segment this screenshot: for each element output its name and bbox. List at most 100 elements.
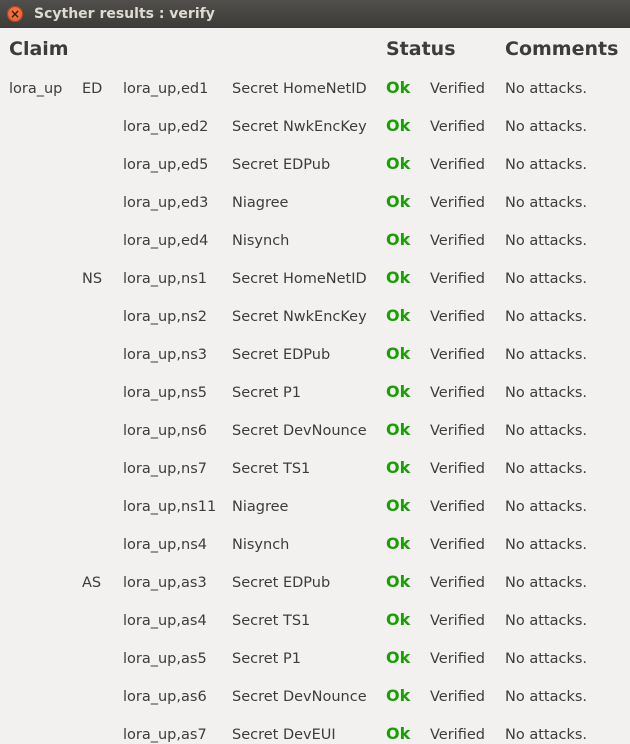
role-cell: NS — [82, 271, 103, 287]
comment-cell: No attacks. — [505, 537, 588, 553]
table-row[interactable]: lora_up,as4 Secret TS1 Ok Verified No attack… — [0, 610, 630, 650]
table-row[interactable]: lora_up,ns7 Secret TS1 Ok Verified No attack… — [0, 458, 630, 498]
claim-id-cell: lora_up,ed5 — [123, 157, 209, 173]
table-row[interactable]: AS lora_up,as3 Secret EDPub Ok Verified No at… — [0, 572, 630, 612]
verified-cell: Verified — [430, 499, 485, 515]
table-row[interactable]: lora_up,ns4 Nisynch Ok Verified No attacks. — [0, 535, 630, 574]
claim-cell: Secret DevNounce — [232, 689, 367, 705]
comment-cell: No attacks. — [505, 81, 588, 97]
table-row[interactable]: lora_up,as7 Secret DevEUI Ok Verified No att… — [0, 725, 630, 744]
claim-cell: Niagree — [232, 195, 289, 211]
claim-id-cell: lora_up,as5 — [123, 651, 207, 667]
verified-cell: Verified — [430, 423, 485, 439]
comment-cell: No attacks. — [505, 461, 588, 477]
claim-id-cell: lora_up,ns7 — [123, 461, 207, 477]
table-row[interactable]: lora_up,ed2 Secret NwkEncKey Ok Verified No … — [0, 116, 630, 156]
table-row[interactable]: lora_up,ed3 Niagree Ok Verified No attacks. — [0, 192, 630, 232]
claim-cell: Secret NwkEncKey — [232, 309, 367, 325]
table-row[interactable]: lora_up,as5 Secret P1 Ok Verified No attacks… — [0, 648, 630, 688]
status-ok-cell: Ok — [386, 496, 411, 515]
claim-id-cell: lora_up,ns1 — [123, 271, 207, 287]
claim-cell: Niagree — [232, 499, 289, 515]
verified-cell: Verified — [430, 651, 485, 667]
comment-cell: No attacks. — [505, 309, 588, 325]
role-cell: AS — [82, 575, 102, 591]
table-row[interactable]: lora_up,ed4 Nisynch Ok Verified No attacks. — [0, 230, 630, 270]
claim-id-cell: lora_up,as4 — [123, 613, 207, 629]
status-ok-cell: Ok — [386, 458, 411, 477]
claim-cell: Secret DevNounce — [232, 423, 367, 439]
table-row[interactable]: lora_up,ns11 Niagree Ok Verified No attacks. — [0, 496, 630, 536]
verified-cell: Verified — [430, 575, 485, 591]
claim-id-cell: lora_up,ns5 — [123, 385, 207, 401]
status-ok-cell: Ok — [386, 648, 411, 667]
claim-id-cell: lora_up,ed3 — [123, 195, 209, 211]
status-ok-cell: Ok — [386, 610, 411, 629]
claim-id-cell: lora_up,ed4 — [123, 233, 209, 249]
claim-cell: Nisynch — [232, 233, 290, 249]
status-ok-cell: Ok — [386, 572, 411, 591]
comment-cell: No attacks. — [505, 499, 588, 515]
table-row[interactable]: lora_up,ns2 Secret NwkEncKey Ok Verified No … — [0, 306, 630, 346]
window-title: Scyther results : verify — [34, 6, 215, 22]
table-row[interactable]: lora_up,as6 Secret DevNounce Ok Verified No … — [0, 687, 630, 726]
table-row[interactable]: lora_up,ns5 Secret P1 Ok Verified No attacks… — [0, 382, 630, 422]
protocol-cell: lora_up — [9, 81, 63, 97]
comment-cell: No attacks. — [505, 423, 588, 439]
status-ok-cell: Ok — [386, 116, 411, 135]
claim-id-cell: lora_up,ns3 — [123, 347, 207, 363]
table-row[interactable]: lora_up,ns6 Secret DevNounce Ok Verified No … — [0, 420, 630, 460]
verified-cell: Verified — [430, 461, 485, 477]
claim-cell: Nisynch — [232, 537, 290, 553]
claim-cell: Secret DevEUI — [232, 727, 336, 743]
claim-cell: Secret HomeNetID — [232, 81, 367, 97]
claim-id-cell: lora_up,ed2 — [123, 119, 209, 135]
status-ok-cell: Ok — [386, 78, 411, 97]
claim-cell: Secret EDPub — [232, 157, 331, 173]
status-ok-cell: Ok — [386, 382, 411, 401]
claim-id-cell: lora_up,ns2 — [123, 309, 207, 325]
verified-cell: Verified — [430, 385, 485, 401]
verified-cell: Verified — [430, 119, 485, 135]
comment-cell: No attacks. — [505, 385, 588, 401]
table-row[interactable]: lora_up,ns3 Secret EDPub Ok Verified No atta… — [0, 344, 630, 384]
table-row[interactable]: NS lora_up,ns1 Secret HomeNetID Ok Verified N… — [0, 268, 630, 308]
status-ok-cell: Ok — [386, 192, 411, 211]
table-row[interactable]: lora_up ED lora_up,ed1 Secret HomeNetID Ok Ve… — [0, 78, 630, 118]
comment-cell: No attacks. — [505, 689, 588, 705]
verified-cell: Verified — [430, 347, 485, 363]
claim-header: Claim — [9, 38, 69, 60]
claim-cell: Secret EDPub — [232, 347, 331, 363]
claim-id-cell: lora_up,ns6 — [123, 423, 207, 439]
close-icon[interactable]: × — [7, 6, 23, 22]
comment-cell: No attacks. — [505, 233, 588, 249]
title-bar[interactable]: × Scyther results : verify — [0, 0, 630, 28]
comment-cell: No attacks. — [505, 195, 588, 211]
verified-cell: Verified — [430, 195, 485, 211]
comment-cell: No attacks. — [505, 119, 588, 135]
comments-header: Comments — [505, 38, 619, 60]
comment-cell: No attacks. — [505, 271, 588, 287]
claim-cell: Secret EDPub — [232, 575, 331, 591]
comment-cell: No attacks. — [505, 613, 588, 629]
claim-cell: Secret NwkEncKey — [232, 119, 367, 135]
claim-cell: Secret P1 — [232, 651, 301, 667]
results-table: Claim Status Comments lora_up ED lora_up,e… — [0, 28, 630, 744]
verified-cell: Verified — [430, 689, 485, 705]
status-ok-cell: Ok — [386, 230, 411, 249]
status-ok-cell: Ok — [386, 306, 411, 325]
claim-id-cell: lora_up,ed1 — [123, 81, 209, 97]
comment-cell: No attacks. — [505, 157, 588, 173]
comment-cell: No attacks. — [505, 575, 588, 591]
status-ok-cell: Ok — [386, 268, 411, 287]
verified-cell: Verified — [430, 537, 485, 553]
claim-id-cell: lora_up,as6 — [123, 689, 207, 705]
status-ok-cell: Ok — [386, 420, 411, 439]
comment-cell: No attacks. — [505, 347, 588, 363]
scyther-results-window: × Scyther results : verify Claim Status … — [0, 0, 630, 744]
status-ok-cell: Ok — [386, 154, 411, 173]
table-row[interactable]: lora_up,ed5 Secret EDPub Ok Verified No atta… — [0, 154, 630, 194]
verified-cell: Verified — [430, 233, 485, 249]
status-ok-cell: Ok — [386, 344, 411, 363]
verified-cell: Verified — [430, 727, 485, 743]
